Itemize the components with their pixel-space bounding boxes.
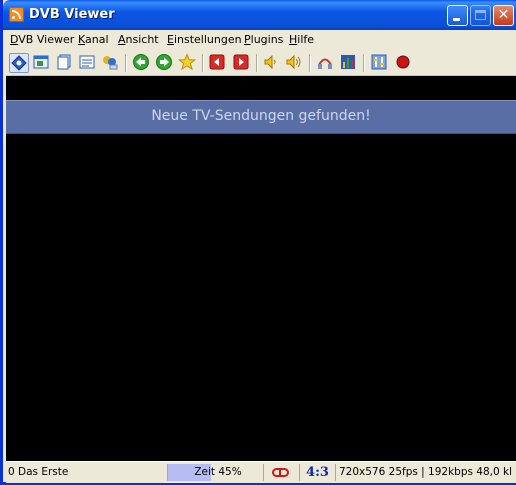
menu-plugins[interactable]: Plugins: [244, 33, 283, 46]
epg-icon[interactable]: [101, 53, 121, 73]
menu-bar: DVB Viewer Kanal Ansicht Einstellungen P…: [6, 30, 516, 50]
osd-message: Neue TV-Sendungen gefunden!: [151, 108, 371, 124]
status-record: [264, 464, 300, 481]
toolbar-separator: [363, 54, 365, 72]
time-label: Zeit 45%: [194, 466, 242, 478]
menu-ansicht[interactable]: Ansicht: [118, 33, 159, 46]
status-time-progress: Zeit 45%: [168, 464, 264, 481]
menu-einstellungen[interactable]: Einstellungen: [167, 33, 242, 46]
settings-icon[interactable]: [370, 53, 390, 73]
tv-mode-icon[interactable]: [9, 53, 29, 73]
close-icon: ✕: [497, 7, 510, 23]
app-window: DVB Viewer ✕ DVB Viewer Kanal Ansicht Ei…: [0, 0, 516, 485]
osd-banner: Neue TV-Sendungen gefunden!: [6, 100, 516, 134]
forward-icon[interactable]: [155, 53, 175, 73]
window-icon[interactable]: [32, 53, 52, 73]
toolbar-separator: [309, 54, 311, 72]
video-area[interactable]: Neue TV-Sendungen gefunden!: [6, 76, 516, 461]
status-bar: 0 Das Erste Zeit 45% 4:3 720x576 25fps |…: [6, 461, 516, 483]
next-channel-icon[interactable]: [232, 53, 252, 73]
equalizer-icon[interactable]: [339, 53, 359, 73]
teletext-icon[interactable]: [78, 53, 98, 73]
toolbar-separator: [256, 54, 258, 72]
window-title: DVB Viewer: [29, 7, 115, 22]
menu-dvb-viewer[interactable]: DVB Viewer: [10, 33, 74, 46]
aspect-ratio: 4:3: [306, 465, 329, 480]
title-bar[interactable]: DVB Viewer ✕: [3, 0, 516, 30]
record-indicator-icon: [272, 468, 289, 477]
channel-name: 0 Das Erste: [8, 466, 69, 478]
menu-kanal[interactable]: Kanal: [78, 33, 109, 46]
maximize-button[interactable]: [470, 5, 491, 26]
rss-app-icon: [9, 7, 24, 22]
record-icon[interactable]: [394, 53, 414, 73]
status-channel: 0 Das Erste: [6, 464, 168, 481]
back-icon[interactable]: [132, 53, 152, 73]
stream-info: 720x576 25fps | 192kbps 48,0 kl: [339, 466, 513, 478]
pages-icon[interactable]: [55, 53, 75, 73]
close-button[interactable]: ✕: [493, 5, 514, 26]
status-stream-info: 720x576 25fps | 192kbps 48,0 kl: [336, 464, 516, 481]
toolbar-separator: [202, 54, 204, 72]
audio-icon[interactable]: [316, 53, 336, 73]
toolbar-separator: [125, 54, 127, 72]
minimize-button[interactable]: [447, 5, 468, 26]
volume-down-icon[interactable]: [262, 53, 282, 73]
toolbar: [6, 50, 516, 76]
menu-hilfe[interactable]: Hilfe: [289, 33, 314, 46]
previous-channel-icon[interactable]: [208, 53, 228, 73]
volume-up-icon[interactable]: [285, 53, 305, 73]
favorites-star-icon[interactable]: [177, 53, 198, 73]
status-aspect: 4:3: [300, 464, 336, 481]
